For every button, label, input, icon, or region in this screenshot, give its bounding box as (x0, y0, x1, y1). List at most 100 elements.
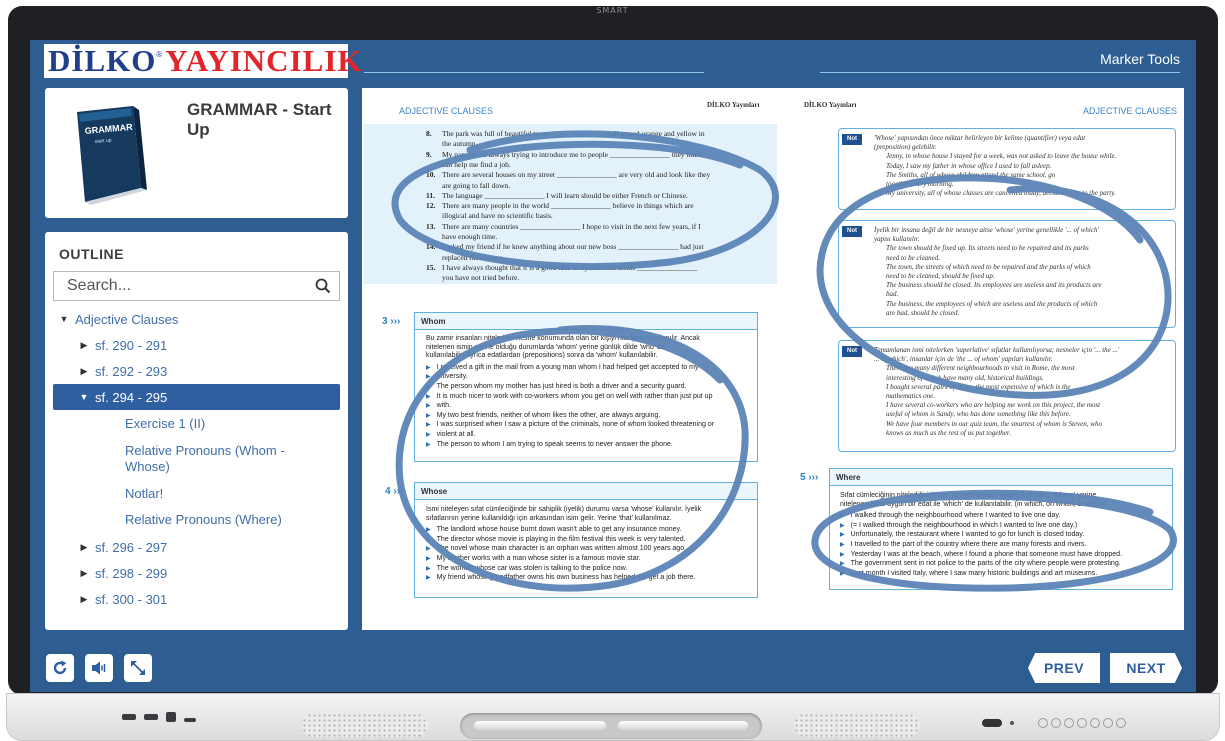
pen-left[interactable] (474, 721, 606, 730)
section-bullet: ▶ The novel whose main character is an or… (426, 544, 686, 554)
outline-item-sf-296-297[interactable]: ▶ sf. 296 - 297 (53, 534, 340, 560)
exercise-text: illogical and have no scientific basis. (442, 211, 553, 221)
outline-item-label: sf. 298 - 299 (95, 565, 168, 581)
bullet-text: My brother works with a man whose sister… (436, 555, 641, 562)
book-title: GRAMMAR - Start Up (187, 100, 332, 139)
exercise-text: I asked my friend if he knew anything ab… (442, 242, 704, 252)
bullet-text: My two best friends, neither of whom lik… (436, 411, 661, 419)
exercise-line: 10. There are several houses on my street… (426, 170, 710, 179)
device-brand: SMART (596, 6, 629, 15)
outline-panel: OUTLINE ▼ Adjective Clauses ▶ sf. 290 - … (45, 232, 348, 630)
note-line: (preposition) gelebilir. (874, 143, 937, 152)
audio-button[interactable] (85, 654, 113, 682)
bullet-icon: ▶ (840, 542, 845, 548)
bullet-icon: ▶ (426, 412, 431, 419)
bullet-text: It is much nicer to work with co-workers… (436, 392, 713, 400)
bullet-text: The government sent in riot police to th… (850, 560, 1121, 568)
bullet-text: My friend whose grandfather owns his own… (436, 574, 696, 582)
bullet-icon: ▶ (426, 422, 431, 429)
expand-icon (131, 661, 145, 675)
speaker-icon (92, 661, 106, 675)
note-line: The business, the employees of which are… (886, 299, 1098, 308)
outline-item-label: sf. 290 - 291 (95, 337, 168, 353)
search-input[interactable] (54, 272, 304, 300)
exercise-line: 15. I have always thought that it is a go… (426, 263, 697, 272)
exercise-text: There are many people in the world _____… (442, 201, 694, 211)
note-line: We have four members in our quiz team, t… (886, 419, 1102, 428)
exercise-line: replaced the old one. (426, 253, 504, 262)
pen-right[interactable] (618, 721, 748, 730)
marker-tools-button[interactable]: Marker Tools (1100, 51, 1180, 67)
next-button[interactable]: NEXT (1110, 653, 1182, 683)
bullet-icon: ▶ (426, 384, 431, 390)
note-line: need to be cleaned. (886, 253, 941, 262)
exercise-number: 11. (426, 190, 435, 200)
section-number: 3 ››› (382, 316, 401, 327)
note-line: The business should be closed. Its emplo… (886, 281, 1102, 290)
outline-item-adjective-clauses[interactable]: ▼ Adjective Clauses (53, 306, 340, 332)
book-card: GRAMMAR start up GRAMMAR - Start Up (45, 88, 348, 218)
note-line: mathematics one. (886, 392, 935, 400)
exercise-line: the autumn. (426, 139, 477, 148)
reload-button[interactable] (46, 654, 74, 682)
outline-subitem-notlar[interactable]: Notlar! (125, 486, 325, 502)
eraser-icon[interactable] (982, 719, 1002, 727)
outline-subitem-where[interactable]: Relative Pronouns (Where) (125, 512, 325, 528)
note-tag: Not (842, 134, 862, 145)
outline-item-sf-300-301[interactable]: ▶ sf. 300 - 301 (53, 586, 340, 612)
section-bullet: ▶ My two best friends, neither of whom li… (426, 411, 660, 421)
bullet-icon: ▶ (426, 536, 431, 543)
prev-label: PREV (1043, 660, 1085, 676)
note-line: together every morning. (886, 180, 954, 188)
exercise-number: 9. (426, 149, 432, 159)
exercise-text: The park was full of beautiful trees ___… (442, 129, 705, 138)
note-line: İyelik bir insana değil de bir nesneye a… (874, 226, 1099, 234)
fullscreen-button[interactable] (124, 654, 152, 682)
logo-text-yayincilik: YAYINCILIK (165, 43, 363, 78)
section-bullet: ▶ The woman whose car was stolen is talki… (426, 564, 627, 574)
note-line: Today, I saw my father in whose office I… (886, 161, 1052, 170)
tray-button-icon[interactable] (144, 714, 158, 720)
exercise-text: I have always thought that it is a good … (442, 262, 698, 272)
tray-button-icon[interactable] (184, 718, 196, 722)
note-line: ... of which', insanlar için de 'the ...… (874, 355, 1053, 364)
header-rule-left (364, 72, 704, 73)
outline-title: OUTLINE (59, 246, 124, 262)
chevron-right-icon: ▶ (80, 567, 88, 578)
outline-item-label: sf. 292 - 293 (95, 363, 168, 379)
search-icon[interactable] (315, 278, 331, 294)
bullet-text: The director whose movie is playing in t… (436, 535, 686, 543)
bullet-icon: ▶ (426, 393, 431, 400)
bullet-text: I was surprised when I saw a picture of … (436, 421, 715, 429)
section-bullet: ▶ My brother works with a man whose siste… (426, 554, 640, 564)
outline-subitem-exercise[interactable]: Exercise 1 (II) (125, 416, 325, 432)
exercise-line: are going to fall down. (426, 181, 510, 190)
section-bullet: ▶ The director whose movie is playing in … (426, 535, 686, 545)
exercise-line: you have not tried before. (426, 273, 519, 282)
exercise-line: illogical and have no scientific basis. (426, 211, 553, 220)
bullet-text: Last month I visited Italy, where I saw … (850, 569, 1098, 577)
outline-item-sf-290-291[interactable]: ▶ sf. 290 - 291 (53, 332, 340, 358)
bullet-text: (= I walked through the neighbourhood in… (850, 521, 1078, 529)
prev-button[interactable]: PREV (1028, 653, 1100, 683)
tray-button-icon[interactable] (122, 714, 136, 720)
section-number: 5 ››› (800, 472, 819, 483)
note-line: useful of whom is Sandy, who has done so… (886, 410, 1071, 419)
outline-item-sf-294-295[interactable]: ▼ sf. 294 - 295 (53, 384, 340, 410)
bullet-icon: ▶ (426, 565, 431, 572)
outline-item-sf-292-293[interactable]: ▶ sf. 292 - 293 (53, 358, 340, 384)
outline-subitem-whom-whose[interactable]: Relative Pronouns (Whom - Whose) (125, 443, 325, 475)
bullet-text: The novel whose main character is an orp… (436, 545, 687, 553)
bullet-icon: ▶ (840, 513, 845, 520)
bullet-text: Yesterday I was at the beach, where I fo… (850, 550, 1122, 558)
outline-item-sf-298-299[interactable]: ▶ sf. 298 - 299 (53, 560, 340, 586)
tray-button-icon[interactable] (166, 712, 176, 722)
color-selector[interactable] (1038, 718, 1126, 728)
exercise-number: 13. (426, 221, 436, 231)
section-bullet: ▶ I was surprised when I saw a picture of… (426, 420, 714, 430)
section-heading-where: Where (829, 468, 1173, 486)
publisher-logo: DİLKO ® YAYINCILIK (44, 43, 361, 78)
section-bullet: ▶ The person to whom I am trying to speak… (426, 440, 673, 450)
exercise-text: are going to fall down. (442, 180, 511, 190)
section-bullet: ▶ Last month I visited Italy, where I saw… (840, 569, 1097, 579)
